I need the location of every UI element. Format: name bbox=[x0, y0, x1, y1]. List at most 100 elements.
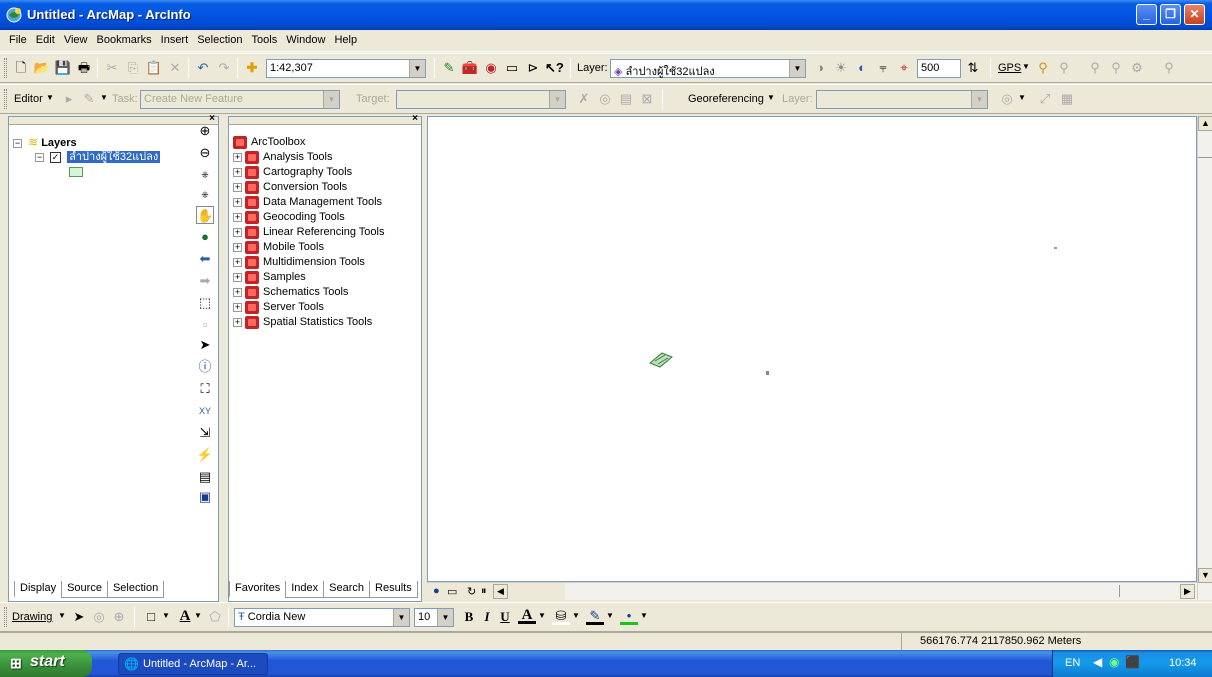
toc-root-row[interactable]: − ≋ Layers bbox=[13, 135, 77, 150]
gps-open-icon[interactable]: ⚲ bbox=[1034, 59, 1052, 77]
menu-view[interactable]: View bbox=[61, 30, 91, 46]
chevron-down-icon[interactable]: ▼ bbox=[767, 93, 775, 102]
gps-settings-icon[interactable]: ⚙ bbox=[1128, 59, 1146, 77]
new-document-icon[interactable]: 🗋 bbox=[12, 59, 30, 77]
redo-icon[interactable]: ↷ bbox=[215, 59, 233, 77]
georef-rotate-icon[interactable]: ◎ bbox=[998, 90, 1016, 108]
toolbox-item[interactable]: + Cartography Tools bbox=[233, 165, 352, 180]
tab-search[interactable]: Search bbox=[323, 581, 371, 598]
gps-log-icon[interactable]: ⚲ bbox=[1107, 59, 1125, 77]
expand-icon[interactable]: + bbox=[233, 167, 242, 177]
toolbox-item[interactable]: + Server Tools bbox=[233, 300, 324, 315]
transparency-icon[interactable]: ◐ bbox=[853, 59, 871, 77]
pause-icon[interactable]: ⏸ bbox=[481, 585, 487, 598]
tab-display[interactable]: Display bbox=[14, 581, 63, 598]
map-feature-point[interactable] bbox=[766, 371, 769, 375]
start-button[interactable]: ⊞ start bbox=[0, 650, 92, 677]
menu-help[interactable]: Help bbox=[331, 30, 360, 46]
chevron-down-icon[interactable]: ▼ bbox=[1022, 62, 1030, 71]
menu-window[interactable]: Window bbox=[283, 30, 328, 46]
title-bar[interactable]: Untitled - ArcMap - ArcInfo _ ❐ ✕ bbox=[0, 0, 1212, 30]
edit-tool-icon[interactable]: ▸ bbox=[60, 90, 78, 108]
toolbox-item[interactable]: + Spatial Statistics Tools bbox=[233, 315, 372, 330]
cut-icon[interactable]: ✂ bbox=[103, 59, 121, 77]
layer-visibility-checkbox[interactable]: ✓ bbox=[50, 151, 62, 163]
toolbox-item[interactable]: + Samples bbox=[233, 270, 306, 285]
forward-extent-icon[interactable]: ➡ bbox=[196, 272, 214, 290]
back-arrow-icon[interactable]: ◀ bbox=[1093, 655, 1102, 669]
collapse-icon[interactable]: − bbox=[13, 138, 22, 148]
find-icon[interactable]: ⛶ bbox=[196, 380, 214, 398]
map-feature-point[interactable] bbox=[1054, 247, 1057, 249]
scroll-thumb[interactable] bbox=[1198, 146, 1212, 158]
whats-this-icon[interactable]: ↖? bbox=[545, 59, 564, 77]
attributes-icon[interactable]: ▤ bbox=[617, 90, 635, 108]
layer-symbol-swatch[interactable] bbox=[69, 167, 83, 177]
antivirus-icon[interactable]: ⬛ bbox=[1125, 655, 1140, 669]
zoom-to-elements-icon[interactable]: ⊕ bbox=[110, 608, 128, 626]
layer-combo[interactable]: ◈ ลำปางผู้ใช้32แปลง ▼ bbox=[610, 59, 806, 78]
scroll-left-button[interactable]: ◀ bbox=[493, 584, 508, 599]
toolbox-item[interactable]: + Schematics Tools bbox=[233, 285, 348, 300]
copy-icon[interactable]: ⎘ bbox=[124, 59, 142, 77]
command-line-icon[interactable]: ◉ bbox=[482, 59, 500, 77]
close-button[interactable]: ✕ bbox=[1184, 4, 1205, 25]
menu-bookmarks[interactable]: Bookmarks bbox=[94, 30, 155, 46]
html-popup-icon[interactable]: ▤ bbox=[196, 468, 214, 486]
chevron-down-icon[interactable]: ▼ bbox=[437, 609, 453, 626]
map-vertical-scrollbar[interactable]: ▲ ▼ bbox=[1197, 116, 1212, 600]
editor-toolbar-icon[interactable]: ✎ bbox=[440, 59, 458, 77]
menu-selection[interactable]: Selection bbox=[194, 30, 245, 46]
distance-tool-icon[interactable]: ⌖ bbox=[895, 59, 913, 77]
split-tool-icon[interactable]: ✗ bbox=[575, 90, 593, 108]
hyperlink-icon[interactable]: ⚡ bbox=[196, 446, 214, 464]
gps-label[interactable]: GPS bbox=[998, 62, 1021, 74]
toc-layer-row[interactable]: − ✓ ลำปางผู้ใช้32แปลง bbox=[35, 150, 161, 165]
gps-close-icon[interactable]: ⚲ bbox=[1055, 59, 1073, 77]
taskbar-arcmap-button[interactable]: 🌐 Untitled - ArcMap - Ar... bbox=[118, 653, 268, 675]
chevron-down-icon[interactable]: ▼ bbox=[640, 611, 648, 620]
minimize-button[interactable]: _ bbox=[1136, 4, 1157, 25]
chevron-down-icon[interactable]: ▼ bbox=[549, 91, 565, 108]
expand-icon[interactable]: + bbox=[233, 272, 242, 282]
rotate-icon[interactable]: ◎ bbox=[90, 608, 108, 626]
expand-icon[interactable]: + bbox=[233, 317, 242, 327]
task-combo[interactable]: Create New Feature ▼ bbox=[140, 90, 340, 109]
marker-color-icon[interactable]: • bbox=[620, 607, 638, 625]
chevron-down-icon[interactable]: ▼ bbox=[162, 611, 170, 620]
expand-icon[interactable]: + bbox=[233, 212, 242, 222]
gps-track-icon[interactable]: ⚲ bbox=[1086, 59, 1104, 77]
print-icon[interactable]: 🖶 bbox=[75, 59, 93, 77]
chevron-down-icon[interactable]: ▼ bbox=[1018, 93, 1026, 102]
chevron-down-icon[interactable]: ▼ bbox=[323, 91, 339, 108]
font-color-icon[interactable]: A bbox=[518, 606, 536, 624]
toolbar-grip[interactable] bbox=[4, 58, 7, 78]
paste-icon[interactable]: 📋 bbox=[145, 59, 163, 77]
toolbox-item[interactable]: + Conversion Tools bbox=[233, 180, 347, 195]
tab-selection[interactable]: Selection bbox=[106, 581, 165, 598]
map-scale-combo[interactable]: 1:42,307 ▼ bbox=[266, 59, 426, 78]
editor-menu[interactable]: Editor bbox=[14, 93, 43, 105]
tab-index[interactable]: Index bbox=[285, 581, 325, 598]
toolbox-item[interactable]: + Multidimension Tools bbox=[233, 255, 365, 270]
layout-view-icon[interactable]: ▭ bbox=[447, 585, 457, 598]
refresh-icon[interactable]: ↻ bbox=[467, 585, 476, 598]
text-tool-icon[interactable]: A bbox=[176, 607, 194, 625]
edit-vertices-icon[interactable]: ⬠ bbox=[206, 608, 224, 626]
scroll-up-button[interactable]: ▲ bbox=[1198, 116, 1212, 131]
network-icon[interactable]: ◉ bbox=[1109, 655, 1119, 669]
font-name-combo[interactable]: Ŧ Cordia New ▼ bbox=[234, 608, 410, 627]
toolbox-item[interactable]: + Analysis Tools bbox=[233, 150, 333, 165]
close-icon[interactable]: × bbox=[412, 113, 418, 124]
sketch-properties-icon[interactable]: ⊠ bbox=[638, 90, 656, 108]
scroll-thumb[interactable] bbox=[1119, 585, 1120, 597]
contrast-icon[interactable]: ◑ bbox=[811, 59, 829, 77]
pan-icon[interactable]: ✋ bbox=[196, 206, 214, 224]
language-indicator[interactable]: EN bbox=[1065, 657, 1080, 669]
add-control-points-icon[interactable]: ⤢ bbox=[1036, 90, 1054, 108]
toolbox-item[interactable]: + Data Management Tools bbox=[233, 195, 382, 210]
expand-icon[interactable]: + bbox=[233, 302, 242, 312]
fill-color-icon[interactable]: ⛁ bbox=[552, 607, 570, 625]
chevron-down-icon[interactable]: ▼ bbox=[971, 91, 987, 108]
layer-name[interactable]: ลำปางผู้ใช้32แปลง bbox=[67, 151, 161, 163]
